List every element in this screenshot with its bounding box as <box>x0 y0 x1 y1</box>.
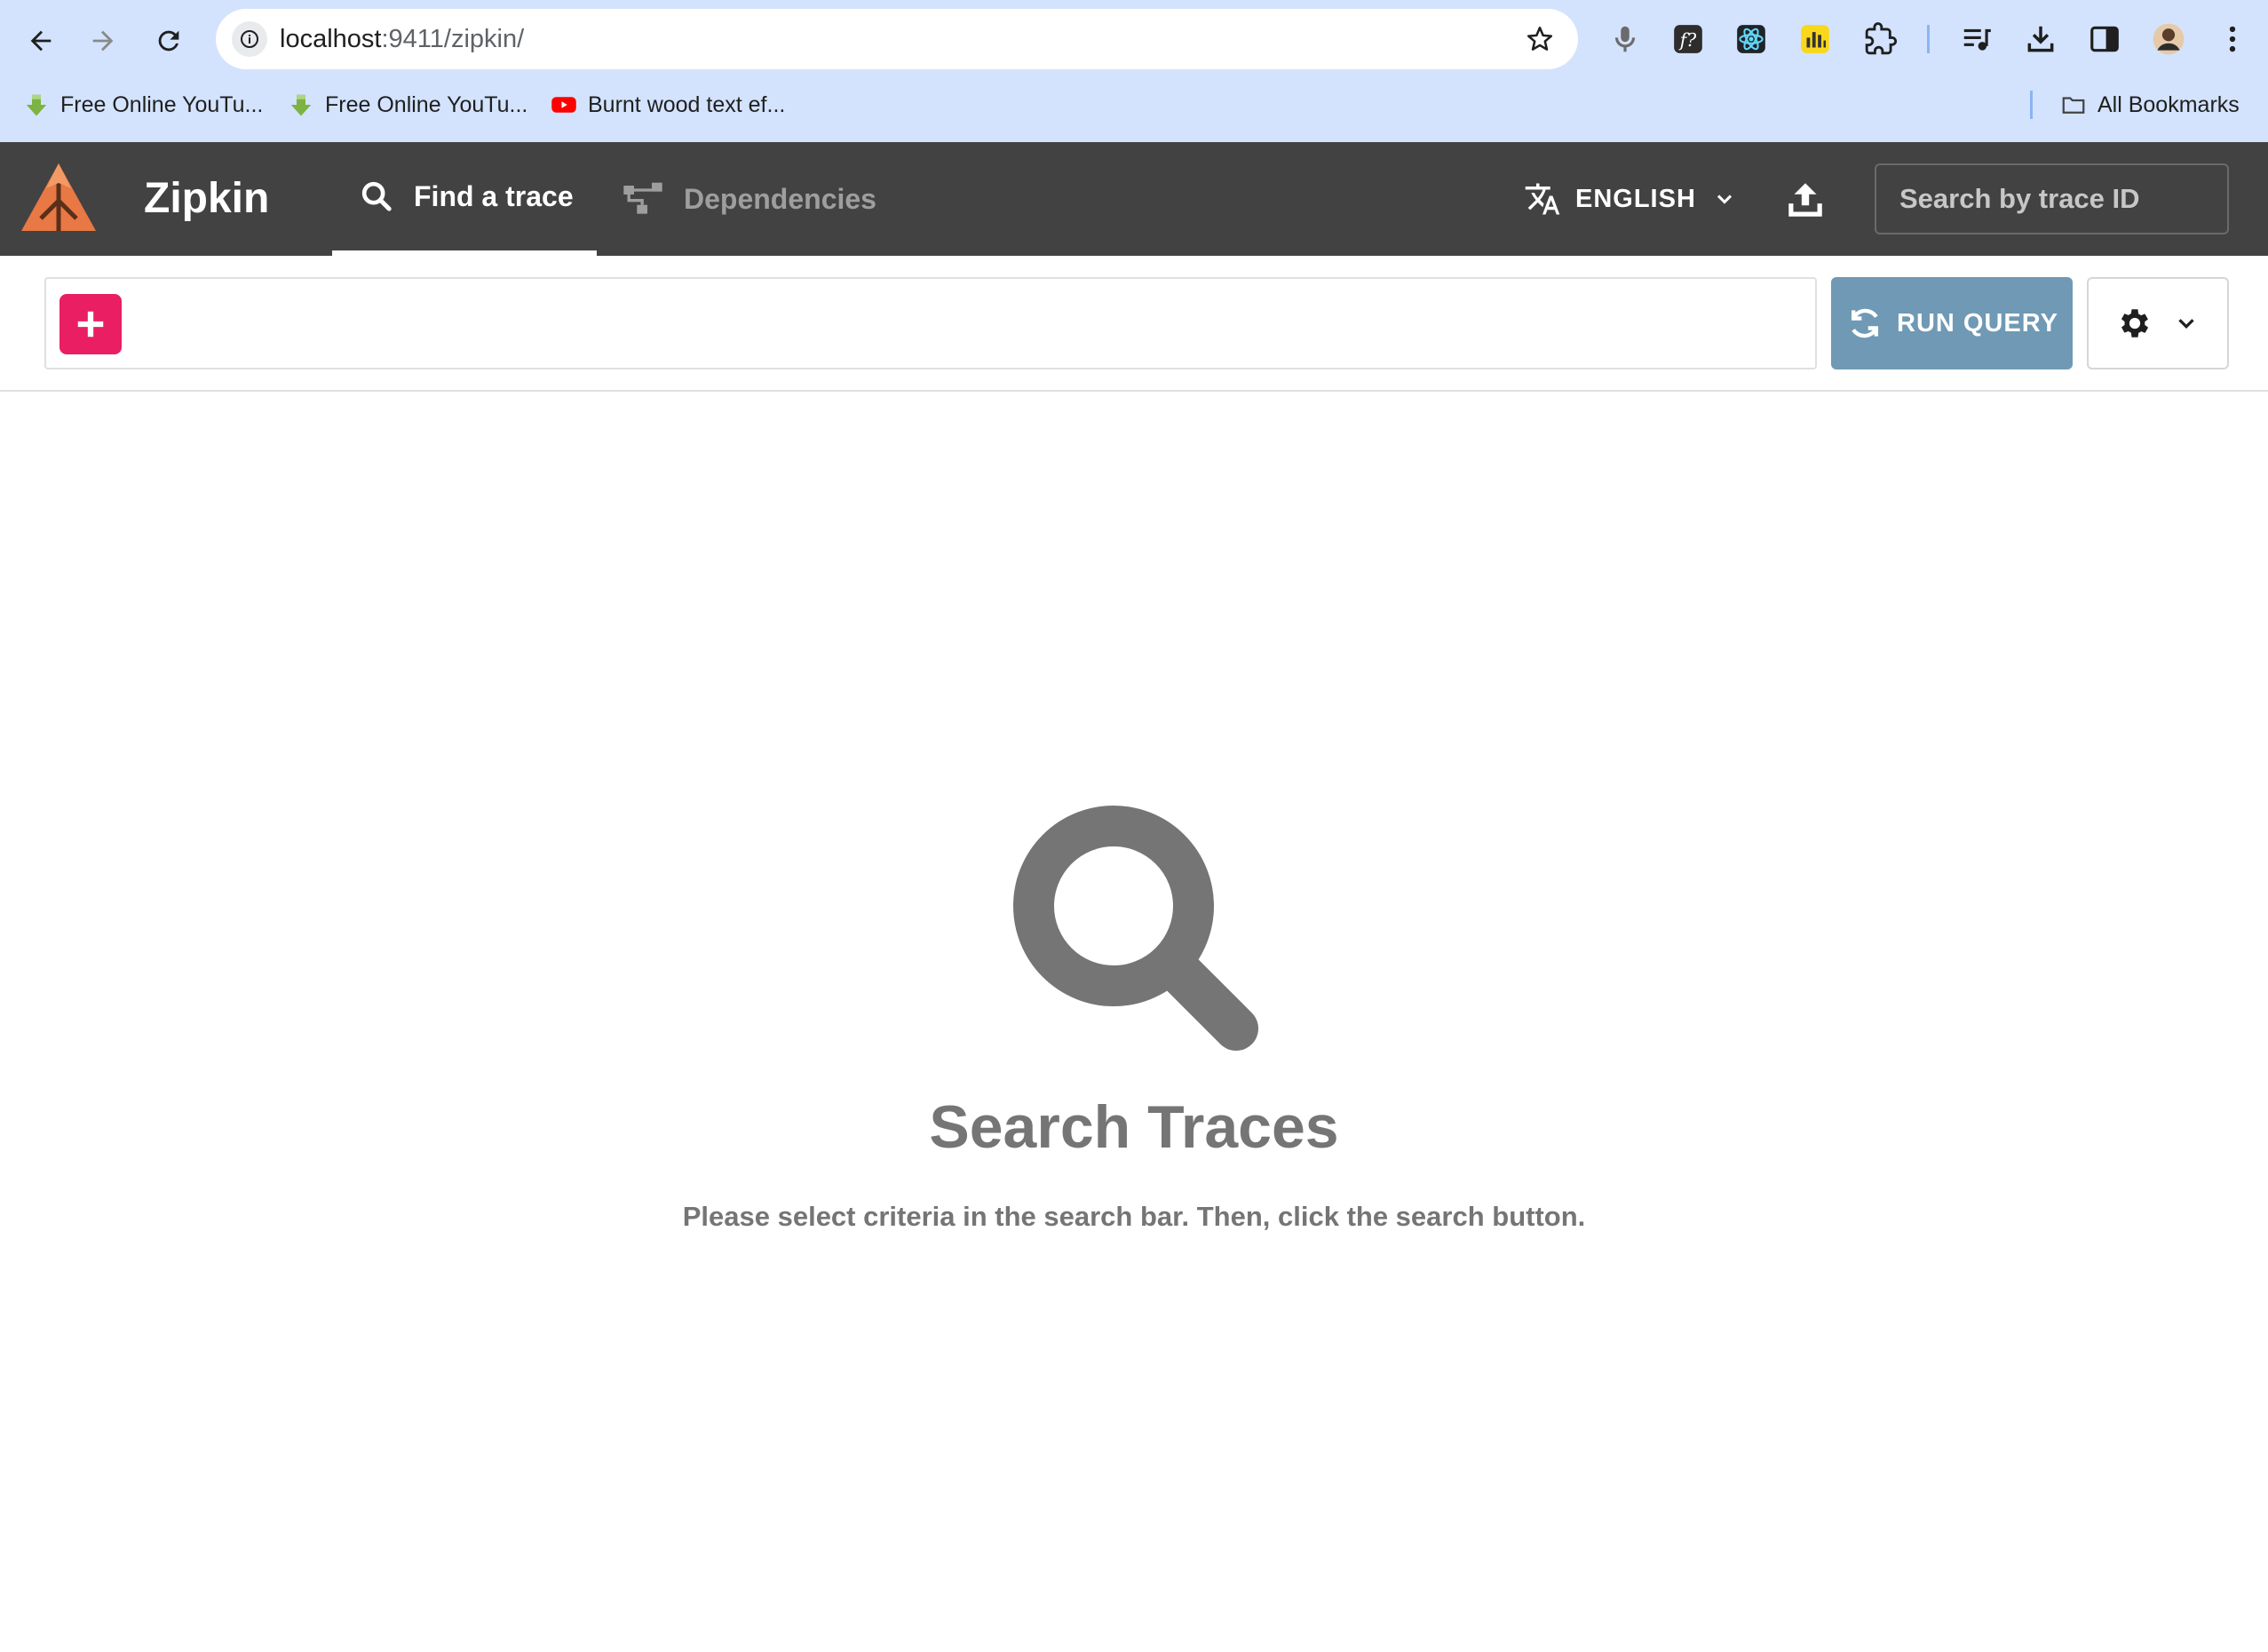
refresh-icon <box>1851 308 1879 338</box>
formula-extension-icon[interactable]: f? <box>1669 20 1708 59</box>
reload-icon <box>158 30 179 52</box>
zipkin-logo-icon[interactable] <box>20 160 98 236</box>
menu-kebab-icon[interactable] <box>2213 20 2252 59</box>
profile-avatar[interactable] <box>2149 20 2188 59</box>
arrow-right-icon <box>92 30 114 52</box>
reload-button[interactable] <box>146 18 192 64</box>
empty-state-description: Please select criteria in the search bar… <box>682 1201 1586 1232</box>
tab-label: Find a trace <box>414 179 574 212</box>
search-criteria-box[interactable] <box>44 277 1817 369</box>
site-info-icon[interactable] <box>232 21 267 57</box>
plus-icon <box>77 311 104 338</box>
arrow-left-icon <box>30 30 52 52</box>
forward-button[interactable] <box>80 18 126 64</box>
trace-id-search-input[interactable] <box>1875 163 2229 234</box>
toolbar-divider <box>1927 25 1930 53</box>
browser-chrome: localhost:9411/zipkin/ f? Free Online Yo… <box>0 0 2268 142</box>
bookmark-item[interactable]: Free Online YouTu... <box>288 85 527 124</box>
run-query-button[interactable]: RUN QUERY <box>1831 277 2073 369</box>
media-controls-icon[interactable] <box>1957 20 1996 59</box>
translate-icon <box>1525 183 1560 215</box>
empty-state-title: Search Traces <box>929 1093 1339 1161</box>
all-bookmarks[interactable]: All Bookmarks <box>2060 85 2240 124</box>
download-icon[interactable] <box>2021 20 2060 59</box>
search-icon <box>361 181 392 211</box>
upload-icon[interactable] <box>1783 178 1828 222</box>
add-criteria-button[interactable] <box>59 294 122 354</box>
side-panel-icon[interactable] <box>2085 20 2124 59</box>
microphone-icon[interactable] <box>1606 20 1645 59</box>
svg-text:f?: f? <box>1678 29 1698 51</box>
settings-dropdown-button[interactable] <box>2087 277 2229 369</box>
analytics-extension-icon[interactable] <box>1796 20 1835 59</box>
dependencies-icon <box>623 182 662 214</box>
bookmarks-bar: Free Online YouTu... Free Online YouTu..… <box>0 85 2268 124</box>
bookmarks-divider <box>2030 91 2033 119</box>
magnifier-icon <box>1013 806 1258 1051</box>
green-arrow-icon <box>26 94 47 116</box>
app-brand[interactable]: Zipkin <box>144 142 269 256</box>
react-devtools-icon[interactable] <box>1732 20 1771 59</box>
bookmark-item[interactable]: Burnt wood text ef... <box>551 85 785 124</box>
chevron-down-icon <box>1717 195 1732 204</box>
bookmark-item[interactable]: Free Online YouTu... <box>23 85 263 124</box>
youtube-icon <box>551 97 576 113</box>
folder-icon <box>2062 97 2085 114</box>
tab-dependencies[interactable]: Dependencies <box>622 142 876 256</box>
run-query-label: RUN QUERY <box>1897 308 2058 338</box>
language-selector[interactable]: ENGLISH <box>1524 142 1737 256</box>
chevron-down-icon <box>2178 319 2194 330</box>
bookmark-star-icon[interactable] <box>1525 24 1555 54</box>
gear-icon <box>2121 309 2149 338</box>
language-label: ENGLISH <box>1575 184 1696 213</box>
back-button[interactable] <box>18 18 64 64</box>
address-bar[interactable]: localhost:9411/zipkin/ <box>216 9 1578 69</box>
url-text: localhost:9411/zipkin/ <box>280 25 525 53</box>
green-arrow-icon <box>290 94 312 116</box>
tab-label: Dependencies <box>684 182 876 215</box>
extensions-puzzle-icon[interactable] <box>1861 20 1900 59</box>
tab-find-a-trace[interactable]: Find a trace <box>332 142 597 256</box>
